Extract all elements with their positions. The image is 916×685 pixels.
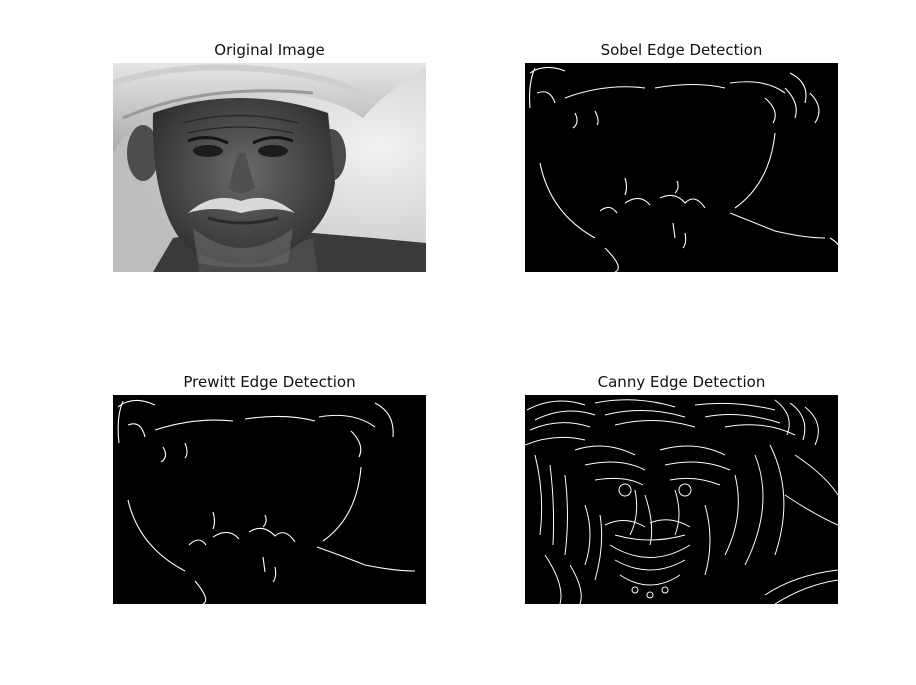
panel-title-original: Original Image xyxy=(214,41,325,59)
panel-title-canny: Canny Edge Detection xyxy=(597,373,766,391)
canny-edge-image xyxy=(525,395,838,604)
panel-title-sobel: Sobel Edge Detection xyxy=(600,41,763,59)
prewitt-edge-panel: Prewitt Edge Detection xyxy=(113,373,426,604)
prewitt-edge-image xyxy=(113,395,426,604)
sobel-edge-image xyxy=(525,63,838,272)
original-image-panel: Original Image xyxy=(113,41,426,272)
canny-edge-panel: Canny Edge Detection xyxy=(525,373,838,604)
panel-title-prewitt: Prewitt Edge Detection xyxy=(183,373,356,391)
original-image xyxy=(113,63,426,272)
sobel-edge-panel: Sobel Edge Detection xyxy=(525,41,838,272)
